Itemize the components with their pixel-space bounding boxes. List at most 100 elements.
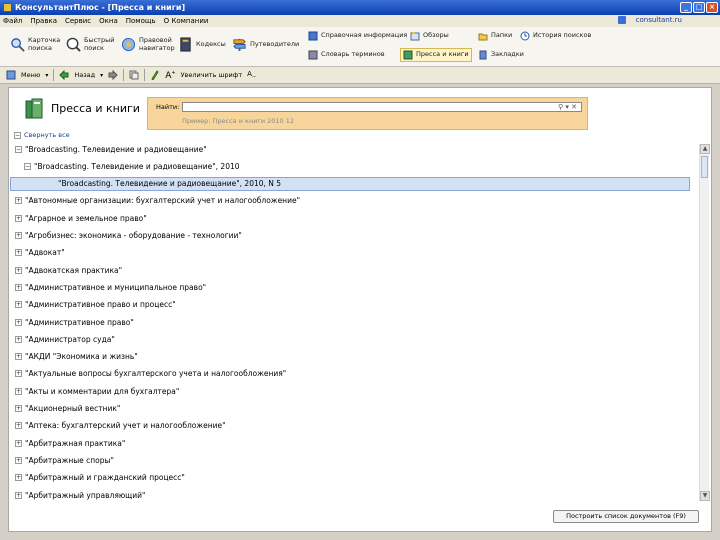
close-button[interactable]: ×	[706, 2, 718, 13]
tree-row[interactable]: + "Арбитражная практика"	[10, 436, 690, 450]
expand-node-icon[interactable]: +	[15, 283, 22, 291]
legal-navigator-button[interactable]: Правовой навигатор	[121, 36, 175, 52]
tree-row[interactable]: + "Акты и комментарии для бухгалтера"	[10, 384, 690, 398]
minimize-button[interactable]: _	[680, 2, 692, 13]
tree-row-label[interactable]: "Адвокатская практика"	[25, 266, 122, 275]
tree-row-label[interactable]: "Broadcasting. Телевидение и радиовещани…	[34, 162, 240, 171]
codexes-button[interactable]: Кодексы	[178, 37, 226, 52]
collapse-node-icon[interactable]: −	[15, 145, 22, 153]
tree-row[interactable]: "Broadcasting. Телевидение и радиовещани…	[10, 176, 690, 191]
press-books-button[interactable]: Пресса и книги	[400, 48, 472, 62]
tree-row[interactable]: + "Арбитражный управляющий"	[10, 488, 690, 502]
reference-info-button[interactable]: Справочная информация	[308, 31, 407, 41]
tree-row[interactable]: + "Агробизнес: экономика - оборудование -…	[10, 229, 690, 243]
tree-row[interactable]: + "Аптека: бухгалтерский учет и налогообл…	[10, 419, 690, 433]
tree-row[interactable]: + "Административное и муниципальное право…	[10, 280, 690, 294]
tree-row-label[interactable]: "Административное право"	[25, 318, 134, 327]
highlight-icon[interactable]	[150, 70, 160, 80]
expand-node-icon[interactable]: +	[15, 474, 22, 482]
tree-row-label[interactable]: "Арбитражные споры"	[25, 456, 114, 465]
tree-row[interactable]: + "Арбитражные споры"	[10, 453, 690, 467]
collapse-all-link[interactable]: − Свернуть все	[14, 131, 70, 139]
bookmarks-button[interactable]: Закладки	[478, 50, 524, 60]
expand-node-icon[interactable]: +	[15, 266, 22, 274]
expand-node-icon[interactable]: +	[15, 370, 22, 378]
scroll-thumb[interactable]	[701, 156, 708, 178]
expand-node-icon[interactable]: +	[15, 249, 22, 257]
menu-help[interactable]: Помощь	[126, 17, 156, 25]
back-button[interactable]: Назад	[74, 71, 95, 79]
tree-row[interactable]: + "Административное право и процесс"	[10, 298, 690, 312]
expand-node-icon[interactable]: +	[15, 353, 22, 361]
expand-node-icon[interactable]: +	[15, 197, 22, 205]
zoom-in-icon[interactable]: A+	[165, 70, 175, 81]
build-document-list-button[interactable]: Построить список документов (F9)	[553, 510, 699, 523]
tree-row-label[interactable]: "Аграрное и земельное право"	[25, 214, 147, 223]
zoom-in-button[interactable]: Увеличить шрифт	[181, 71, 243, 79]
search-input[interactable]	[182, 102, 582, 112]
quick-search-button[interactable]: Быстрый поиск	[66, 36, 114, 52]
forward-arrow-icon[interactable]	[108, 70, 118, 80]
tree-row[interactable]: − "Broadcasting. Телевидение и радиовещан…	[10, 142, 690, 156]
tree-row[interactable]: + "Автономные организации: бухгалтерский …	[10, 194, 690, 208]
tree-row-label[interactable]: "Автономные организации: бухгалтерский у…	[25, 196, 300, 205]
tree-row[interactable]: + "Администратор суда"	[10, 332, 690, 346]
copy-icon[interactable]	[129, 70, 139, 80]
expand-node-icon[interactable]: +	[15, 456, 22, 464]
expand-node-icon[interactable]: +	[15, 232, 22, 239]
collapse-node-icon[interactable]: −	[24, 162, 31, 170]
tree-row-label[interactable]: "Акты и комментарии для бухгалтера"	[25, 387, 179, 396]
tree-row[interactable]: + "Адвокат"	[10, 246, 690, 260]
expand-node-icon[interactable]: +	[15, 387, 22, 395]
tree-row-label[interactable]: "Администратор суда"	[25, 335, 115, 344]
tree-row[interactable]: + "Арбитражный и гражданский процесс"	[10, 471, 690, 485]
expand-node-icon[interactable]: +	[15, 439, 22, 447]
reviews-button[interactable]: Обзоры	[410, 31, 449, 41]
scroll-up-icon[interactable]: ▲	[700, 144, 710, 154]
menu-about[interactable]: О Компании	[164, 17, 209, 25]
menu-button[interactable]: Меню	[21, 71, 40, 79]
expand-node-icon[interactable]: +	[15, 318, 22, 326]
tree-row[interactable]: + "Административное право"	[10, 315, 690, 329]
search-history-button[interactable]: История поисков	[520, 31, 591, 41]
tree-row-label[interactable]: "Арбитражный управляющий"	[25, 491, 145, 500]
tree-row-label[interactable]: "Административное право и процесс"	[25, 300, 176, 309]
menu-windows[interactable]: Окна	[99, 17, 118, 25]
card-search-button[interactable]: Карточка поиска	[10, 36, 62, 52]
tree-row[interactable]: − "Broadcasting. Телевидение и радиовещан…	[10, 159, 690, 173]
tree-row-label[interactable]: "Административное и муниципальное право"	[25, 283, 206, 292]
tree-row-label[interactable]: "Аптека: бухгалтерский учет и налогообло…	[25, 421, 226, 430]
term-dictionary-button[interactable]: Словарь терминов	[308, 50, 385, 60]
scroll-down-icon[interactable]: ▼	[700, 491, 710, 501]
tree-row[interactable]: + "Аграрное и земельное право"	[10, 211, 690, 225]
tree-row-label[interactable]: "АКДИ "Экономика и жизнь"	[25, 352, 138, 361]
expand-node-icon[interactable]: +	[15, 335, 22, 343]
expand-node-icon[interactable]: +	[15, 214, 22, 222]
expand-node-icon[interactable]: +	[15, 405, 22, 412]
search-options-icon[interactable]: ⚲ ▾ ✕	[558, 103, 577, 111]
vertical-scrollbar[interactable]: ▲ ▼	[699, 144, 710, 501]
folders-button[interactable]: Папки	[478, 31, 512, 41]
tree-row-label[interactable]: "Агробизнес: экономика - оборудование - …	[25, 231, 242, 240]
tree-row[interactable]: + "Адвокатская практика"	[10, 263, 690, 277]
menu-edit[interactable]: Правка	[30, 17, 57, 25]
expand-node-icon[interactable]: +	[15, 301, 22, 309]
tree-row-label[interactable]: "Адвокат"	[25, 248, 65, 257]
menu-file[interactable]: Файл	[3, 17, 22, 25]
guides-button[interactable]: Путеводители	[232, 37, 299, 52]
tree-row-label[interactable]: "Арбитражный и гражданский процесс"	[25, 473, 185, 482]
zoom-out-icon[interactable]: A−	[247, 70, 256, 80]
tree-row-label[interactable]: "Актуальные вопросы бухгалтерского учета…	[25, 369, 286, 378]
tree-row-label[interactable]: "Акционерный вестник"	[25, 404, 120, 413]
menu-service[interactable]: Сервис	[65, 17, 91, 25]
tree-row-label[interactable]: "Арбитражная практика"	[25, 439, 125, 448]
tree-row-label[interactable]: "Broadcasting. Телевидение и радиовещани…	[25, 145, 207, 154]
expand-node-icon[interactable]: +	[15, 422, 22, 430]
back-arrow-icon[interactable]	[59, 70, 69, 80]
expand-node-icon[interactable]: +	[15, 491, 22, 499]
site-link[interactable]: consultant.ru	[617, 16, 690, 24]
maximize-button[interactable]: □	[693, 2, 705, 13]
tree-row[interactable]: + "Актуальные вопросы бухгалтерского учет…	[10, 367, 690, 381]
tree-row[interactable]: + "Акционерный вестник"	[10, 402, 690, 416]
tree-row[interactable]: + "АКДИ "Экономика и жизнь"	[10, 350, 690, 364]
